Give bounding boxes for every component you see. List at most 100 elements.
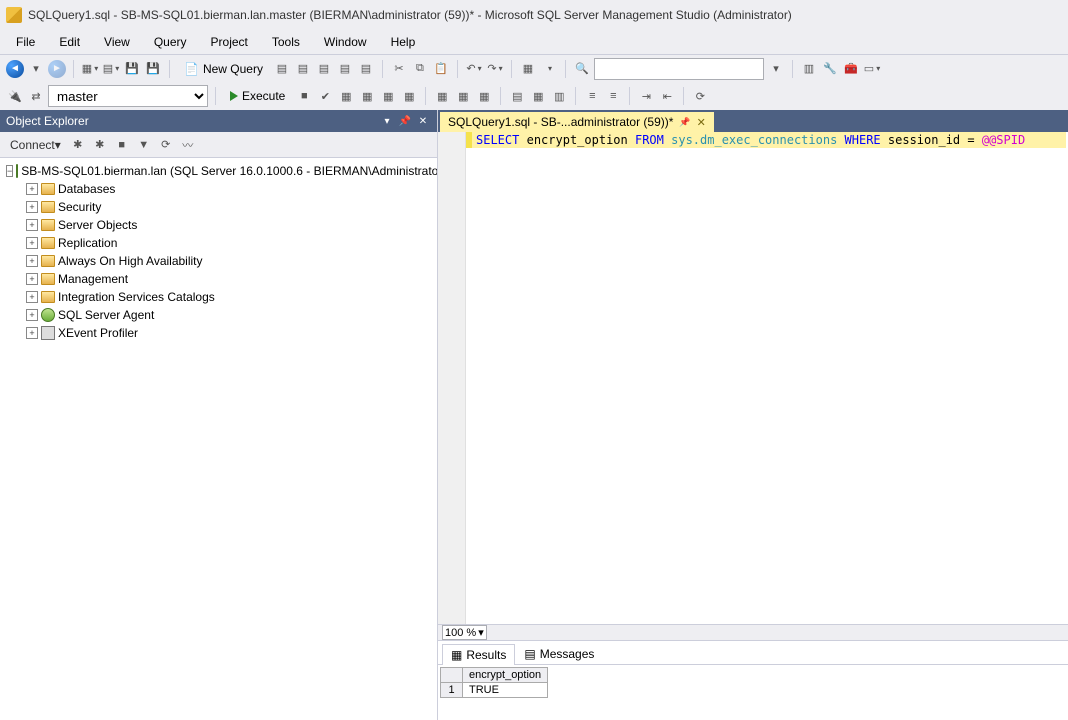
script-mdx-icon[interactable]: ▤	[294, 60, 312, 78]
search-input[interactable]	[594, 58, 764, 80]
save-icon[interactable]: 💾	[123, 60, 141, 78]
results-to-grid-icon[interactable]: ▦	[529, 87, 547, 105]
indent-icon[interactable]: ⇥	[637, 87, 655, 105]
expand-icon[interactable]: +	[26, 309, 38, 321]
save-all-icon[interactable]: 💾	[144, 60, 162, 78]
toolbox-drop-icon[interactable]: ▭	[863, 60, 881, 78]
expand-icon[interactable]: +	[26, 291, 38, 303]
tree-node[interactable]: +Server Objects	[0, 216, 437, 234]
cell[interactable]: TRUE	[463, 683, 548, 698]
toolbar-main: ◄ ▾ ► ▦ ▤ 💾 💾 📄 New Query ▤ ▤ ▤ ▤ ▤ ✂ ⧉ …	[0, 54, 1068, 82]
activity-monitor-icon[interactable]: ▦	[519, 60, 537, 78]
results-to-file-icon[interactable]: ▥	[550, 87, 568, 105]
script-db-icon[interactable]: ▤	[273, 60, 291, 78]
zoom-select[interactable]: 100 % ▾	[442, 625, 487, 640]
copy-icon[interactable]: ⧉	[411, 60, 429, 78]
live-stats-icon[interactable]: ▦	[475, 87, 493, 105]
tree-node[interactable]: +Security	[0, 198, 437, 216]
oe-stop-icon[interactable]: ■	[113, 136, 131, 154]
tree-node[interactable]: +Management	[0, 270, 437, 288]
menu-view[interactable]: View	[94, 32, 140, 52]
menu-help[interactable]: Help	[381, 32, 426, 52]
tab-close-icon[interactable]: ✕	[697, 116, 706, 129]
oe-dropdown-icon[interactable]: ▾	[379, 113, 395, 129]
stop-icon[interactable]: ■	[295, 87, 313, 105]
expand-icon[interactable]: +	[26, 273, 38, 285]
database-select[interactable]: master	[48, 85, 208, 107]
results-tab[interactable]: ▦ Results	[442, 644, 515, 665]
sql-line-1[interactable]: SELECT encrypt_option FROM sys.dm_exec_c…	[476, 132, 1025, 148]
table-row[interactable]: 1TRUE	[441, 683, 548, 698]
column-header[interactable]	[441, 668, 463, 683]
expand-icon[interactable]: +	[26, 237, 38, 249]
script-dmx-icon[interactable]: ▤	[315, 60, 333, 78]
properties-icon[interactable]: 🔧	[821, 60, 839, 78]
intellisense-icon[interactable]: ▦	[379, 87, 397, 105]
tree-node[interactable]: +Databases	[0, 180, 437, 198]
change-connection-icon[interactable]: ⇄	[27, 87, 45, 105]
oe-filter-icon[interactable]: ▼	[135, 136, 153, 154]
tree-node[interactable]: +Integration Services Catalogs	[0, 288, 437, 306]
menu-edit[interactable]: Edit	[49, 32, 90, 52]
oe-disconnect-icon[interactable]: ✱	[69, 136, 87, 154]
results-grid[interactable]: encrypt_option 1TRUE	[440, 667, 548, 698]
redo-icon[interactable]: ↷	[486, 60, 504, 78]
execute-button[interactable]: Execute	[223, 86, 292, 106]
script-dax-icon[interactable]: ▤	[357, 60, 375, 78]
expand-icon[interactable]: +	[26, 255, 38, 267]
registered-servers-icon[interactable]: ▥	[800, 60, 818, 78]
expand-icon[interactable]: +	[26, 201, 38, 213]
pin-icon[interactable]: 📌	[679, 117, 690, 128]
outdent-icon[interactable]: ⇤	[658, 87, 676, 105]
find-icon[interactable]: 🔍	[573, 60, 591, 78]
results-grid-icon[interactable]: ▦	[400, 87, 418, 105]
expand-icon[interactable]: +	[26, 183, 38, 195]
menu-window[interactable]: Window	[314, 32, 377, 52]
new-project-icon[interactable]: ▦	[81, 60, 99, 78]
uncomment-icon[interactable]: ≡	[604, 87, 622, 105]
results-to-text-icon[interactable]: ▤	[508, 87, 526, 105]
script-xmla-icon[interactable]: ▤	[336, 60, 354, 78]
tree-node[interactable]: +Always On High Availability	[0, 252, 437, 270]
oe-activity-icon[interactable]: 〰	[179, 136, 197, 154]
tree-server-root[interactable]: − SB-MS-SQL01.bierman.lan (SQL Server 16…	[0, 162, 437, 180]
row-number[interactable]: 1	[441, 683, 463, 698]
menu-file[interactable]: File	[6, 32, 45, 52]
tree-node[interactable]: +Replication	[0, 234, 437, 252]
column-header[interactable]: encrypt_option	[463, 668, 548, 683]
search-drop-icon[interactable]: ▾	[767, 60, 785, 78]
menu-query[interactable]: Query	[144, 32, 197, 52]
open-icon[interactable]: ▤	[102, 60, 120, 78]
nav-back-icon[interactable]: ◄	[6, 60, 24, 78]
menu-project[interactable]: Project	[201, 32, 258, 52]
editor-tab[interactable]: SQLQuery1.sql - SB-...administrator (59)…	[440, 112, 714, 132]
collapse-icon[interactable]: −	[6, 165, 13, 177]
parse-icon[interactable]: ✔	[316, 87, 334, 105]
include-plan-icon[interactable]: ▦	[433, 87, 451, 105]
undo-icon[interactable]: ↶	[465, 60, 483, 78]
include-stats-icon[interactable]: ▦	[454, 87, 472, 105]
oe-refresh-icon[interactable]: ⟳	[157, 136, 175, 154]
nav-back-drop-icon[interactable]: ▾	[27, 60, 45, 78]
cut-icon[interactable]: ✂	[390, 60, 408, 78]
comment-icon[interactable]: ≡	[583, 87, 601, 105]
tree-node[interactable]: +XEvent Profiler	[0, 324, 437, 342]
estimated-plan-icon[interactable]: ▦	[337, 87, 355, 105]
expand-icon[interactable]: +	[26, 327, 38, 339]
expand-icon[interactable]: +	[26, 219, 38, 231]
tree-node[interactable]: +SQL Server Agent	[0, 306, 437, 324]
query-options-icon[interactable]: ▦	[358, 87, 376, 105]
oe-connect-button[interactable]: Connect ▾	[6, 136, 65, 154]
menu-tools[interactable]: Tools	[262, 32, 310, 52]
oe-close-icon[interactable]: ✕	[415, 113, 431, 129]
oe-pin-icon[interactable]: 📌	[397, 113, 413, 129]
activity-monitor-drop-icon[interactable]	[540, 60, 558, 78]
toolbox-icon[interactable]: 🧰	[842, 60, 860, 78]
sql-editor[interactable]: SELECT encrypt_option FROM sys.dm_exec_c…	[438, 132, 1068, 624]
connect-icon[interactable]: 🔌	[6, 87, 24, 105]
messages-tab[interactable]: ▤ Messages	[515, 643, 603, 664]
paste-icon[interactable]: 📋	[432, 60, 450, 78]
oe-disconnect-all-icon[interactable]: ✱	[91, 136, 109, 154]
specify-values-icon[interactable]: ⟳	[691, 87, 709, 105]
new-query-button[interactable]: 📄 New Query	[177, 59, 270, 79]
